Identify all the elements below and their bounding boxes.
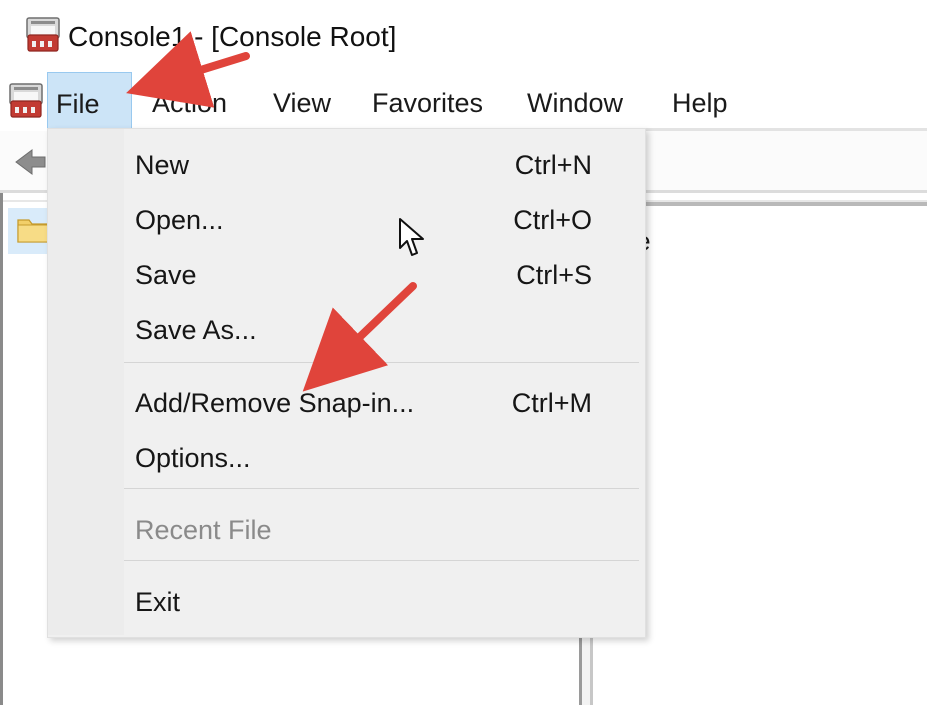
- folder-icon: [17, 219, 49, 243]
- window-title: Console1 - [Console Root]: [68, 21, 397, 52]
- menu-item-label: Open...: [135, 205, 224, 235]
- menu-file[interactable]: File: [47, 72, 132, 130]
- menu-item-label: Recent File: [135, 515, 272, 545]
- menu-item-shortcut: Ctrl+S: [516, 260, 592, 290]
- menu-item-shortcut: Ctrl+N: [514, 150, 592, 180]
- menu-item-label: Save As...: [135, 315, 257, 345]
- menu-item-shortcut: Ctrl+O: [513, 205, 592, 235]
- menu-item-label: New: [135, 150, 190, 180]
- menu-item-open[interactable]: Open... Ctrl+O: [48, 193, 642, 247]
- menu-item-label: Options...: [135, 443, 251, 473]
- menu-item-new[interactable]: New Ctrl+N: [48, 138, 642, 192]
- console-toolbox-icon: [26, 17, 60, 52]
- menu-separator: [124, 560, 639, 561]
- menu-item-save[interactable]: Save Ctrl+S: [48, 248, 642, 302]
- menu-item-options[interactable]: Options...: [48, 431, 642, 485]
- menu-item-label: Save: [135, 260, 197, 290]
- menu-item-exit[interactable]: Exit: [48, 575, 642, 629]
- menu-item-shortcut: Ctrl+M: [511, 388, 592, 418]
- menu-separator: [124, 488, 639, 489]
- window-left-border: [0, 193, 3, 705]
- back-arrow-icon[interactable]: [12, 144, 48, 180]
- console-toolbox-icon[interactable]: [6, 80, 46, 120]
- menu-item-label: Exit: [135, 587, 181, 617]
- menu-separator: [124, 362, 639, 363]
- menu-window[interactable]: Window: [519, 72, 631, 130]
- menu-item-recent-file: Recent File: [48, 503, 642, 557]
- menu-item-save-as[interactable]: Save As...: [48, 303, 642, 357]
- menu-item-add-remove-snap-in[interactable]: Add/Remove Snap-in... Ctrl+M: [48, 376, 642, 430]
- menu-item-label: Add/Remove Snap-in...: [135, 388, 415, 418]
- menu-favorites[interactable]: Favorites: [364, 72, 491, 130]
- menu-help[interactable]: Help: [664, 72, 736, 130]
- menu-action[interactable]: Action: [144, 72, 235, 130]
- menu-view[interactable]: View: [265, 72, 339, 130]
